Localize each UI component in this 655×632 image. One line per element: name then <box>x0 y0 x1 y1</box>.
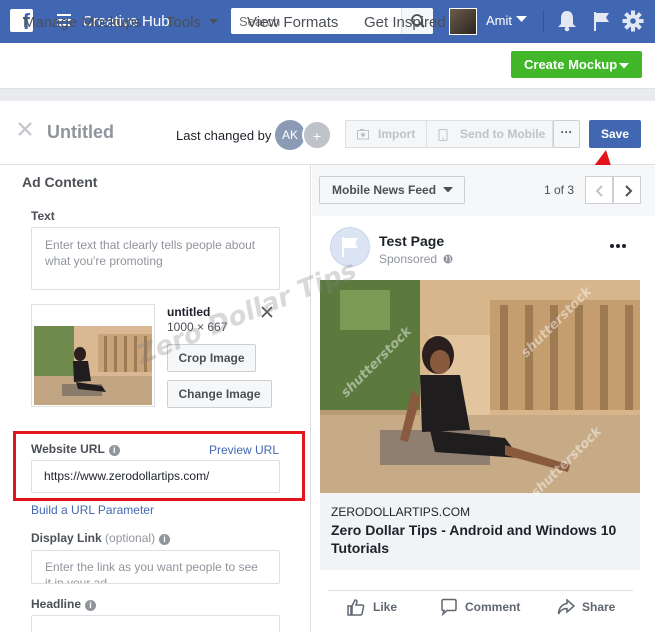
display-link-label: Display Link (optional) i <box>31 531 171 545</box>
change-image-button[interactable]: Change Image <box>167 380 272 408</box>
chevron-down-icon <box>619 63 629 69</box>
info-icon[interactable]: i <box>85 600 97 611</box>
image-dimensions: 1000 × 667 <box>167 320 228 334</box>
ad-text-field[interactable]: Enter text that clearly tells people abo… <box>31 227 280 290</box>
chevron-down-icon[interactable] <box>516 16 527 23</box>
ad-content-title: Ad Content <box>22 174 98 190</box>
like-button[interactable]: Like <box>347 599 398 616</box>
sponsored-label: Sponsored <box>379 252 453 266</box>
format-dropdown[interactable]: Mobile News Feed <box>319 176 465 204</box>
share-button[interactable]: Share <box>557 598 616 615</box>
ad-image-thumbnail[interactable] <box>31 304 155 407</box>
add-collaborator-button[interactable]: + <box>302 120 332 150</box>
build-url-parameter-link[interactable]: Build a URL Parameter <box>31 503 154 517</box>
last-changed-label: Last changed by <box>176 128 272 143</box>
image-name: untitled <box>167 305 211 319</box>
display-link-label-text: Display Link <box>31 531 102 545</box>
prev-page-button[interactable] <box>585 176 613 204</box>
mockup-title[interactable]: Untitled <box>47 122 114 143</box>
share-label: Share <box>582 600 616 614</box>
sponsored-text: Sponsored <box>379 252 438 266</box>
display-link-input[interactable]: Enter the link as you want people to see… <box>31 550 280 584</box>
create-mockup-label: Create Mockup <box>524 57 618 72</box>
divider <box>328 590 633 591</box>
flag-icon <box>342 237 358 257</box>
bell-icon[interactable] <box>557 10 577 32</box>
nav-manage-mockups[interactable]: Manage Mockups <box>23 14 141 31</box>
next-page-button[interactable] <box>613 176 641 204</box>
ad-image[interactable] <box>320 280 640 493</box>
save-button[interactable]: Save <box>589 120 641 148</box>
page-count: 1 of 3 <box>544 183 575 197</box>
thumbs-up-icon <box>347 599 365 616</box>
globe-icon <box>443 254 453 264</box>
divider <box>543 10 544 32</box>
page-avatar[interactable] <box>330 227 370 267</box>
phone-icon <box>438 129 448 141</box>
remove-image-icon[interactable] <box>261 306 273 318</box>
optional-label: (optional) <box>105 531 156 545</box>
send-to-mobile-label: Send to Mobile <box>460 127 546 141</box>
nav-tools[interactable]: Tools <box>166 14 219 31</box>
chevron-down-icon <box>209 19 219 24</box>
send-to-mobile-button[interactable]: Send to Mobile <box>426 120 553 148</box>
nav-get-inspired[interactable]: Get Inspired <box>364 14 446 31</box>
nav-tools-label: Tools <box>166 14 202 31</box>
headline-label: Headline i <box>31 597 97 611</box>
format-dropdown-label: Mobile News Feed <box>332 183 437 197</box>
ad-headline: Zero Dollar Tips - Android and Windows 1… <box>331 522 617 556</box>
headline-label-text: Headline <box>31 597 82 611</box>
user-name[interactable]: Amit <box>486 13 512 28</box>
ad-image-photo <box>320 280 640 493</box>
chevron-left-icon <box>595 185 603 197</box>
import-label: Import <box>378 127 416 141</box>
red-highlight-annotation <box>13 431 305 501</box>
comment-button[interactable]: Comment <box>440 598 521 616</box>
headline-input[interactable] <box>31 615 280 632</box>
nav-view-formats[interactable]: View Formats <box>247 14 338 31</box>
collaborator-avatar[interactable]: AK <box>275 120 305 150</box>
comment-icon <box>441 598 457 616</box>
more-options-button[interactable]: ··· <box>553 120 580 148</box>
more-options-icon[interactable] <box>609 243 627 249</box>
comment-label: Comment <box>465 600 521 614</box>
image-icon <box>357 129 369 140</box>
gear-icon[interactable] <box>622 10 644 32</box>
ad-domain: ZERODOLLARTIPS.COM <box>331 505 471 519</box>
import-button[interactable]: Import <box>345 120 427 148</box>
close-icon[interactable] <box>17 121 33 137</box>
share-icon <box>557 598 575 615</box>
like-label: Like <box>373 600 398 614</box>
page-name[interactable]: Test Page <box>379 233 444 249</box>
flag-icon[interactable] <box>592 10 612 32</box>
crop-image-button[interactable]: Crop Image <box>167 344 256 372</box>
info-icon[interactable]: i <box>159 534 171 545</box>
ad-image-thumb <box>32 305 154 406</box>
user-avatar[interactable] <box>449 8 477 35</box>
create-mockup-button[interactable]: Create Mockup <box>511 51 642 78</box>
text-label: Text <box>31 209 55 223</box>
chevron-right-icon <box>625 185 633 197</box>
chevron-down-icon <box>443 187 453 193</box>
